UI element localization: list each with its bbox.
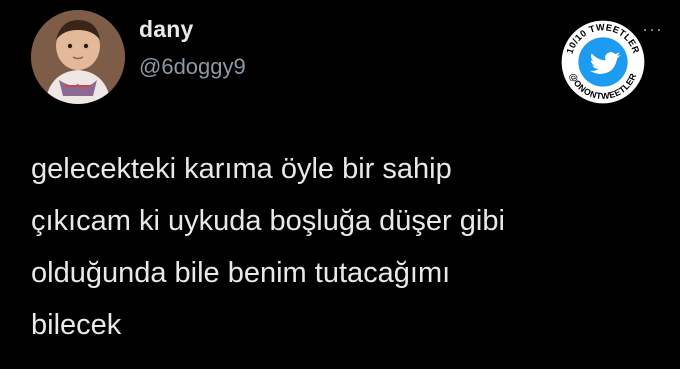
avatar-photo: [31, 10, 125, 104]
user-info: dany @6doggy9: [139, 14, 246, 82]
twitter-bird-icon: 10/10 TWEETLER @ONONTWEETLER: [561, 20, 645, 104]
tweet-text: gelecekteki karıma öyle bir sahip çıkıca…: [31, 143, 661, 351]
watermark-badge: 10/10 TWEETLER @ONONTWEETLER: [559, 18, 647, 106]
display-name[interactable]: dany: [139, 14, 246, 44]
tweet-card: dany @6doggy9 ··· 10/10 TWEETLER @ONONTW…: [0, 0, 680, 369]
tweet-text-line: olduğunda bile benim tutacağımı: [31, 257, 451, 289]
tweet-text-line: gelecekteki karıma öyle bir sahip: [31, 153, 452, 185]
user-handle[interactable]: @6doggy9: [139, 52, 246, 82]
tweet-text-line: çıkıcam ki uykuda boşluğa düşer gibi: [31, 205, 505, 237]
tweet-text-line: bilecek: [31, 309, 122, 341]
avatar[interactable]: [31, 10, 125, 104]
